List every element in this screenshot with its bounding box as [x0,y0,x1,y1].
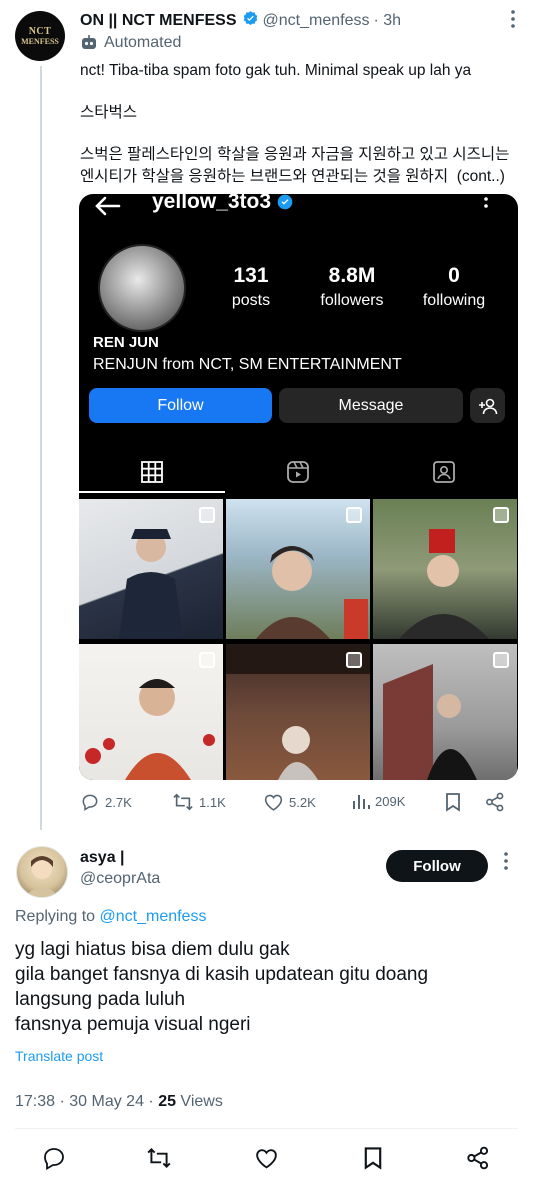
automated-label-row: Automated [80,34,181,52]
ig-multi-photo-icon [199,507,215,523]
ig-reels-tab-icon [225,452,371,492]
ig-tagged-tab-icon [371,452,517,492]
reply-views-label: Views [175,1093,223,1110]
ig-photo-grid [79,499,518,780]
avatar-logo-line1: NCT [28,25,52,37]
ig-photo-thumbnail [373,499,517,639]
reply-views-count: 25 [158,1093,176,1110]
bookmark-button[interactable] [444,792,462,812]
bot-icon [80,34,98,52]
ig-multi-photo-icon [493,507,509,523]
ig-more-icon [484,194,488,214]
ig-username: yellow_3to3 [152,194,272,213]
ig-following-label: following [422,292,486,309]
ig-multi-photo-icon [199,652,215,668]
automated-label: Automated [104,34,182,51]
reply-avatar[interactable] [16,846,68,898]
thread-line [40,66,42,830]
ig-multi-photo-icon [346,652,362,668]
ig-stat-following: 0 following [414,264,494,310]
replying-to-link[interactable]: @nct_menfess [100,908,207,925]
reply-share-icon[interactable] [466,1146,490,1175]
tweet-paragraph: 스벅은 팔레스타인의 학살을 응원과 자금을 지원하고 있고 시즈니는 엔시티가… [80,146,514,185]
verified-badge-icon [242,10,259,32]
tweet-text: nct! Tiba-tiba spam foto gak tuh. Minima… [80,60,515,208]
ig-photo-thumbnail [226,499,370,639]
reply-meta: 17:38 · 30 May 24 · 25 Views [15,1093,223,1111]
replying-prefix: Replying to [15,908,100,925]
handle[interactable]: @nct_menfess [263,12,370,30]
reply-line: fansnya pemuja visual ngeri [15,1014,251,1035]
ig-following-count: 0 [448,264,460,287]
reply-heart-icon[interactable] [254,1146,279,1175]
ig-add-person-icon [470,388,505,423]
ig-tab-indicator [79,491,225,493]
share-icon [486,792,504,812]
reply-text: yg lagi hiatus bisa diem dulu gak gila b… [15,937,520,1037]
divider [15,1128,518,1129]
reply-comment-icon[interactable] [42,1146,66,1175]
ig-followers-count: 8.8M [328,264,376,287]
ig-stat-posts: 131 posts [219,264,283,310]
bookmark-icon [446,793,460,812]
ig-message-button: Message [279,388,463,423]
ig-posts-label: posts [231,292,271,309]
tweet-paragraph: nct! Tiba-tiba spam foto gak tuh. Minima… [80,62,472,79]
reply-actions [0,1142,533,1178]
reply-bookmark-icon[interactable] [362,1146,384,1175]
ig-username-row: yellow_3to3 [152,194,293,214]
reply-handle[interactable]: @ceoprAta [80,870,160,888]
reply-line: langsung pada luluh [15,989,186,1010]
reply-timestamp[interactable]: 17:38 · 30 May 24 · [15,1093,158,1110]
ig-grid-tab-icon [79,452,225,492]
ig-photo-thumbnail [79,499,223,639]
ig-multi-photo-icon [493,652,509,668]
retweet-count: 1.1K [199,794,226,810]
translate-post-link[interactable]: Translate post [15,1048,103,1064]
reply-count: 2.7K [105,794,132,810]
share-button[interactable] [485,792,505,812]
retweet-icon [173,793,193,811]
views-button[interactable]: 209K [352,792,405,810]
back-arrow-icon [93,194,121,227]
heart-icon [264,794,283,811]
reply-retweet-icon[interactable] [146,1146,172,1175]
reply-button[interactable]: 2.7K [80,792,132,812]
ig-posts-count: 131 [233,264,269,287]
follow-button[interactable]: Follow [386,850,488,882]
more-options-icon[interactable] [511,10,515,33]
attached-image[interactable]: yellow_3to3 131 posts 8.8M followers 0 f… [79,194,518,780]
ig-multi-photo-icon [346,507,362,523]
reply-icon [82,794,98,811]
replying-to: Replying to @nct_menfess [15,908,206,926]
avatar[interactable]: NCT MENFESS [15,11,65,61]
like-count: 5.2K [289,794,316,810]
display-name[interactable]: ON || NCT MENFESS [80,12,237,30]
retweet-button[interactable]: 1.1K [172,792,226,812]
post-time[interactable]: · 3h [373,12,401,30]
reply-more-options-icon[interactable] [504,852,508,875]
avatar-logo-line2: MENFESS [21,36,59,46]
ig-follow-button: Follow [89,388,272,423]
views-count: 209K [375,793,406,809]
ig-display-name: REN JUN [93,334,159,351]
ig-bio: RENJUN from NCT, SM ENTERTAINMENT [93,356,402,373]
tweet-actions: 2.7K 1.1K 5.2K 209K [80,792,510,816]
views-icon [353,795,370,809]
ig-tabs [79,452,518,492]
reply-line: gila banget fansnya di kasih updatean gi… [15,964,429,985]
ig-photo-thumbnail [226,644,370,780]
ig-profile-picture [98,244,186,332]
ig-followers-label: followers [320,292,384,309]
reply-display-name[interactable]: asya | [80,849,125,867]
like-button[interactable]: 5.2K [263,792,316,812]
ig-photo-thumbnail [79,644,223,780]
ig-verified-icon [277,194,293,210]
tweet-header: ON || NCT MENFESS @nct_menfess · 3h [80,10,401,32]
ig-stat-followers: 8.8M followers [312,264,392,310]
reply-line: yg lagi hiatus bisa diem dulu gak [15,939,290,960]
ig-photo-thumbnail [373,644,517,780]
tweet-paragraph: 스타벅스 [80,104,138,121]
